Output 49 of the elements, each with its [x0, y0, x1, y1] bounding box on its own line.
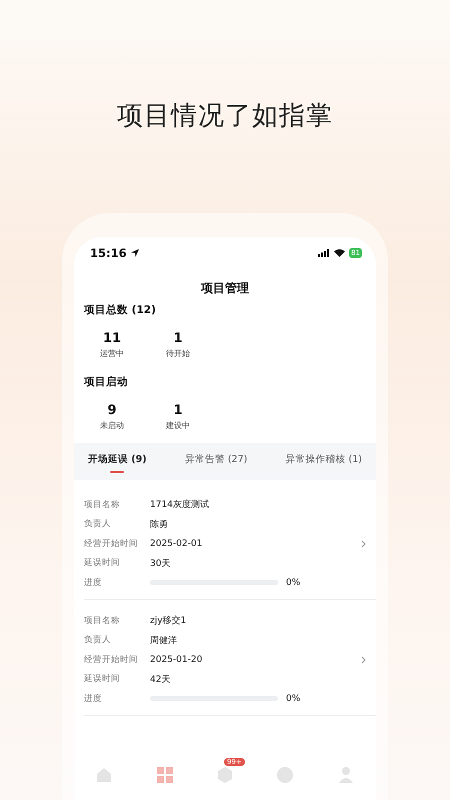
stat-value: 1 [173, 331, 183, 346]
headline: 项目情况了如指掌 [117, 100, 333, 133]
page-title: 项目管理 [200, 280, 250, 297]
stat-value: 9 [107, 403, 117, 418]
stat-label: 建设中 [166, 420, 190, 431]
section-heading: 项目总数 (12) [84, 303, 157, 317]
tab[interactable]: 开场延误 (9) [88, 453, 147, 466]
field-label: 延误时间 [84, 557, 121, 569]
field-value: 30天 [150, 558, 170, 570]
project-card[interactable]: 项目名称 zjy移交1 负责人 周健洋 经营开始时间 2025-01-20 延误时间 42天 进度 0% [84, 600, 376, 716]
field-label: 项目名称 [84, 498, 121, 510]
home-icon [95, 766, 114, 784]
progress-reading: 0% [286, 694, 300, 704]
location-arrow-icon [130, 249, 139, 257]
field-label: 进度 [84, 576, 103, 588]
field-label: 经营开始时间 [84, 538, 139, 550]
grid-icon [156, 766, 174, 784]
signal-icon [318, 249, 330, 257]
field-value: 1714灰度测试 [150, 498, 209, 511]
tab[interactable]: 异常操作稽核 (1) [286, 453, 362, 466]
field-value: 陈勇 [150, 518, 168, 530]
field-label: 进度 [84, 692, 103, 704]
tab-indicator [110, 471, 124, 473]
chevron-right-icon [361, 656, 366, 664]
project-card[interactable]: 项目名称 1714灰度测试 负责人 陈勇 经营开始时间 2025-02-01 延误时间 30天 进度 0% [84, 484, 376, 600]
stat-label: 运营中 [100, 348, 124, 359]
progress-reading: 0% [286, 578, 300, 588]
box-icon [216, 766, 234, 784]
field-value: zjy移交1 [150, 614, 186, 627]
stat-label: 待开始 [166, 348, 190, 359]
field-value: 2025-02-01 [150, 538, 202, 548]
field-label: 延误时间 [84, 673, 121, 685]
field-label: 负责人 [84, 518, 112, 530]
wifi-icon [334, 249, 346, 257]
stat-value: 1 [173, 403, 183, 418]
field-label: 经营开始时间 [84, 654, 139, 666]
tab[interactable]: 异常告警 (27) [184, 453, 248, 466]
field-label: 负责人 [84, 634, 112, 646]
field-value: 2025-01-20 [150, 654, 202, 664]
field-value: 周健洋 [150, 634, 177, 646]
field-value: 42天 [150, 674, 170, 686]
pie-chart-icon [276, 766, 294, 784]
user-icon [336, 766, 355, 784]
field-label: 项目名称 [84, 614, 121, 626]
stat-label: 未启动 [100, 420, 124, 431]
stat-value: 11 [102, 331, 122, 346]
status-time: 15:16 [90, 246, 127, 260]
section-heading: 项目启动 [84, 375, 129, 389]
chevron-right-icon [361, 540, 366, 548]
